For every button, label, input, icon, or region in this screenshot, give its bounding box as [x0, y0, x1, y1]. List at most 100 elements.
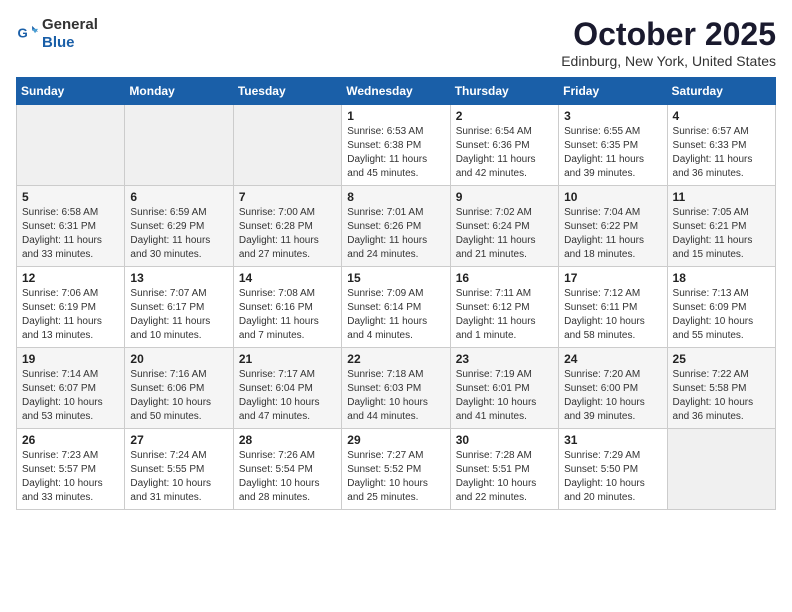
day-number: 20 [130, 352, 227, 366]
calendar-cell: 19 Sunrise: 7:14 AM Sunset: 6:07 PM Dayli… [17, 348, 125, 429]
calendar-cell: 23 Sunrise: 7:19 AM Sunset: 6:01 PM Dayli… [450, 348, 558, 429]
day-info: Sunrise: 7:26 AM Sunset: 5:54 PM Dayligh… [239, 449, 336, 505]
calendar-cell [233, 105, 341, 186]
calendar-cell: 4Sunrise: 6:57 AM Sunset: 6:33 PM Daylig… [667, 105, 775, 186]
day-info: Sunrise: 7:13 AM Sunset: 6:09 PM Dayligh… [673, 287, 770, 343]
day-info: Sunrise: 7:09 AM Sunset: 6:14 PM Dayligh… [347, 287, 444, 343]
day-info: Sunrise: 7:27 AM Sunset: 5:52 PM Dayligh… [347, 449, 444, 505]
day-info: Sunrise: 7:14 AM Sunset: 6:07 PM Dayligh… [22, 368, 119, 424]
day-info: Sunrise: 7:08 AM Sunset: 6:16 PM Dayligh… [239, 287, 336, 343]
day-number: 31 [564, 433, 661, 447]
day-info: Sunrise: 7:19 AM Sunset: 6:01 PM Dayligh… [456, 368, 553, 424]
day-info: Sunrise: 6:53 AM Sunset: 6:38 PM Dayligh… [347, 125, 444, 181]
day-number: 27 [130, 433, 227, 447]
day-number: 14 [239, 271, 336, 285]
day-info: Sunrise: 7:04 AM Sunset: 6:22 PM Dayligh… [564, 206, 661, 262]
day-number: 11 [673, 190, 770, 204]
day-info: Sunrise: 7:11 AM Sunset: 6:12 PM Dayligh… [456, 287, 553, 343]
day-number: 1 [347, 109, 444, 123]
weekday-header-sunday: Sunday [17, 78, 125, 105]
day-number: 29 [347, 433, 444, 447]
day-info: Sunrise: 7:17 AM Sunset: 6:04 PM Dayligh… [239, 368, 336, 424]
week-row-2: 5 Sunrise: 6:58 AM Sunset: 6:31 PM Daylig… [17, 186, 776, 267]
calendar-cell: 2 Sunrise: 6:54 AM Sunset: 6:36 PM Daylig… [450, 105, 558, 186]
logo-general: General [42, 16, 98, 33]
calendar-cell [667, 429, 775, 510]
weekday-header-thursday: Thursday [450, 78, 558, 105]
day-number: 5 [22, 190, 119, 204]
calendar-cell: 16 Sunrise: 7:11 AM Sunset: 6:12 PM Dayli… [450, 267, 558, 348]
calendar-cell: 29 Sunrise: 7:27 AM Sunset: 5:52 PM Dayli… [342, 429, 450, 510]
calendar-cell: 7Sunrise: 7:00 AM Sunset: 6:28 PM Daylig… [233, 186, 341, 267]
calendar-cell: 30Sunrise: 7:28 AM Sunset: 5:51 PM Dayli… [450, 429, 558, 510]
day-info: Sunrise: 7:24 AM Sunset: 5:55 PM Dayligh… [130, 449, 227, 505]
day-number: 28 [239, 433, 336, 447]
day-number: 2 [456, 109, 553, 123]
day-number: 15 [347, 271, 444, 285]
day-info: Sunrise: 7:02 AM Sunset: 6:24 PM Dayligh… [456, 206, 553, 262]
calendar-cell: 28 Sunrise: 7:26 AM Sunset: 5:54 PM Dayli… [233, 429, 341, 510]
calendar-cell: 3 Sunrise: 6:55 AM Sunset: 6:35 PM Daylig… [559, 105, 667, 186]
day-info: Sunrise: 7:16 AM Sunset: 6:06 PM Dayligh… [130, 368, 227, 424]
calendar-cell: 26Sunrise: 7:23 AM Sunset: 5:57 PM Dayli… [17, 429, 125, 510]
calendar-cell: 12 Sunrise: 7:06 AM Sunset: 6:19 PM Dayli… [17, 267, 125, 348]
day-number: 12 [22, 271, 119, 285]
day-number: 4 [673, 109, 770, 123]
week-row-1: 1 Sunrise: 6:53 AM Sunset: 6:38 PM Daylig… [17, 105, 776, 186]
calendar-cell: 1 Sunrise: 6:53 AM Sunset: 6:38 PM Daylig… [342, 105, 450, 186]
weekday-header-row: SundayMondayTuesdayWednesdayThursdayFrid… [17, 78, 776, 105]
calendar-cell: 11 Sunrise: 7:05 AM Sunset: 6:21 PM Dayli… [667, 186, 775, 267]
day-info: Sunrise: 7:12 AM Sunset: 6:11 PM Dayligh… [564, 287, 661, 343]
day-number: 16 [456, 271, 553, 285]
calendar-cell: 31 Sunrise: 7:29 AM Sunset: 5:50 PM Dayli… [559, 429, 667, 510]
day-number: 18 [673, 271, 770, 285]
calendar: SundayMondayTuesdayWednesdayThursdayFrid… [16, 77, 776, 510]
logo-text: General Blue [42, 16, 98, 52]
calendar-cell: 9 Sunrise: 7:02 AM Sunset: 6:24 PM Daylig… [450, 186, 558, 267]
calendar-cell: 24Sunrise: 7:20 AM Sunset: 6:00 PM Dayli… [559, 348, 667, 429]
day-info: Sunrise: 6:59 AM Sunset: 6:29 PM Dayligh… [130, 206, 227, 262]
calendar-cell: 22Sunrise: 7:18 AM Sunset: 6:03 PM Dayli… [342, 348, 450, 429]
calendar-cell [17, 105, 125, 186]
day-number: 17 [564, 271, 661, 285]
day-number: 9 [456, 190, 553, 204]
weekday-header-tuesday: Tuesday [233, 78, 341, 105]
day-number: 19 [22, 352, 119, 366]
day-info: Sunrise: 7:05 AM Sunset: 6:21 PM Dayligh… [673, 206, 770, 262]
calendar-cell: 10 Sunrise: 7:04 AM Sunset: 6:22 PM Dayli… [559, 186, 667, 267]
day-info: Sunrise: 6:58 AM Sunset: 6:31 PM Dayligh… [22, 206, 119, 262]
day-number: 22 [347, 352, 444, 366]
calendar-cell: 14 Sunrise: 7:08 AM Sunset: 6:16 PM Dayli… [233, 267, 341, 348]
weekday-header-wednesday: Wednesday [342, 78, 450, 105]
week-row-3: 12 Sunrise: 7:06 AM Sunset: 6:19 PM Dayli… [17, 267, 776, 348]
calendar-cell: 21 Sunrise: 7:17 AM Sunset: 6:04 PM Dayli… [233, 348, 341, 429]
calendar-cell: 18 Sunrise: 7:13 AM Sunset: 6:09 PM Dayli… [667, 267, 775, 348]
weekday-header-friday: Friday [559, 78, 667, 105]
day-number: 24 [564, 352, 661, 366]
location-title: Edinburg, New York, United States [561, 53, 776, 69]
day-info: Sunrise: 7:06 AM Sunset: 6:19 PM Dayligh… [22, 287, 119, 343]
title-section: October 2025 Edinburg, New York, United … [561, 16, 776, 69]
calendar-cell: 15 Sunrise: 7:09 AM Sunset: 6:14 PM Dayli… [342, 267, 450, 348]
day-number: 6 [130, 190, 227, 204]
day-number: 21 [239, 352, 336, 366]
day-number: 26 [22, 433, 119, 447]
weekday-header-saturday: Saturday [667, 78, 775, 105]
day-info: Sunrise: 6:55 AM Sunset: 6:35 PM Dayligh… [564, 125, 661, 181]
calendar-cell: 6 Sunrise: 6:59 AM Sunset: 6:29 PM Daylig… [125, 186, 233, 267]
calendar-cell [125, 105, 233, 186]
page-header: G General Blue October 2025 Edinburg, Ne… [16, 16, 776, 69]
calendar-cell: 20 Sunrise: 7:16 AM Sunset: 6:06 PM Dayli… [125, 348, 233, 429]
day-number: 3 [564, 109, 661, 123]
day-info: Sunrise: 7:00 AM Sunset: 6:28 PM Dayligh… [239, 206, 336, 262]
day-number: 8 [347, 190, 444, 204]
calendar-cell: 8Sunrise: 7:01 AM Sunset: 6:26 PM Daylig… [342, 186, 450, 267]
day-info: Sunrise: 6:54 AM Sunset: 6:36 PM Dayligh… [456, 125, 553, 181]
day-number: 10 [564, 190, 661, 204]
day-info: Sunrise: 7:07 AM Sunset: 6:17 PM Dayligh… [130, 287, 227, 343]
day-info: Sunrise: 7:29 AM Sunset: 5:50 PM Dayligh… [564, 449, 661, 505]
day-number: 13 [130, 271, 227, 285]
logo-blue: Blue [42, 34, 75, 51]
logo: G General Blue [16, 16, 98, 52]
day-number: 23 [456, 352, 553, 366]
